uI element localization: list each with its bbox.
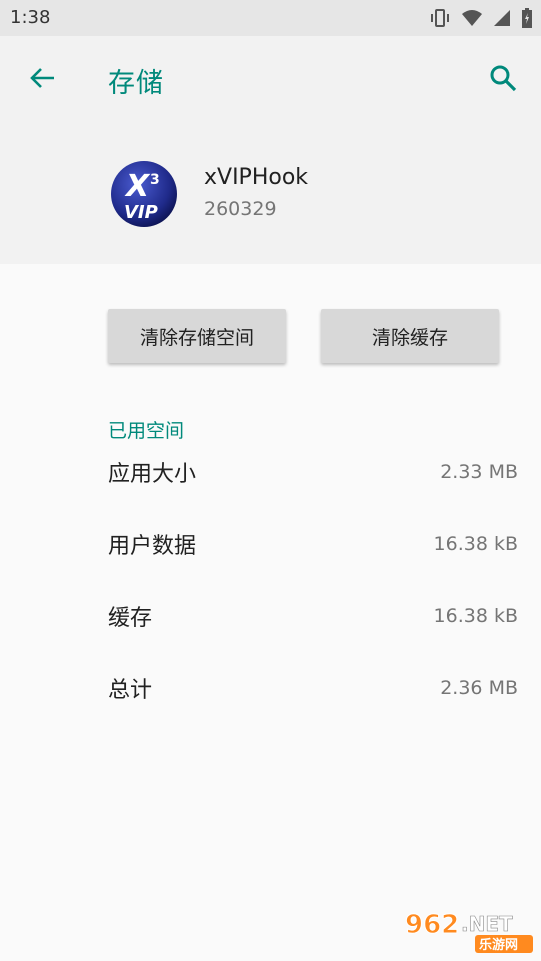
row-label: 总计 — [108, 678, 153, 703]
status-icons — [429, 8, 533, 28]
svg-text:962: 962 — [405, 910, 459, 940]
storage-row-cache: 缓存 16.38 kB — [108, 596, 518, 636]
row-value: 2.36 MB — [440, 677, 518, 699]
row-value: 2.33 MB — [440, 461, 518, 483]
page-title: 存储 — [108, 68, 164, 99]
battery-icon — [521, 8, 533, 28]
row-value: 16.38 kB — [433, 533, 518, 555]
search-icon — [488, 63, 518, 97]
svg-text:X: X — [124, 169, 151, 204]
svg-text:.NET: .NET — [461, 912, 513, 936]
storage-row-app-size: 应用大小 2.33 MB — [108, 452, 518, 492]
app-name: xVIPHook — [204, 165, 309, 190]
status-bar: 1:38 — [0, 0, 541, 36]
vibrate-icon — [429, 8, 451, 28]
app-header: X 3 VIP xVIPHook 260329 — [0, 122, 541, 264]
search-button[interactable] — [481, 60, 525, 100]
app-icon: X 3 VIP — [110, 160, 178, 228]
back-arrow-icon — [28, 64, 56, 96]
row-value: 16.38 kB — [433, 605, 518, 627]
app-version: 260329 — [204, 198, 277, 220]
svg-text:3: 3 — [150, 172, 160, 188]
row-label: 用户数据 — [108, 534, 197, 559]
section-label-used-space: 已用空间 — [108, 420, 185, 442]
clear-storage-button[interactable]: 清除存储空间 — [108, 309, 286, 363]
wifi-icon — [461, 9, 483, 27]
svg-text:乐游网: 乐游网 — [479, 937, 518, 953]
row-label: 应用大小 — [108, 462, 197, 487]
svg-text:VIP: VIP — [124, 202, 158, 223]
signal-icon — [493, 9, 511, 27]
storage-row-user-data: 用户数据 16.38 kB — [108, 524, 518, 564]
watermark-logo: 962 .NET 乐游网 — [403, 907, 537, 955]
row-label: 缓存 — [108, 606, 153, 631]
app-bar: 存储 — [0, 36, 541, 122]
back-button[interactable] — [20, 60, 64, 100]
clear-cache-button[interactable]: 清除缓存 — [321, 309, 499, 363]
status-time: 1:38 — [10, 7, 51, 28]
storage-row-total: 总计 2.36 MB — [108, 668, 518, 708]
